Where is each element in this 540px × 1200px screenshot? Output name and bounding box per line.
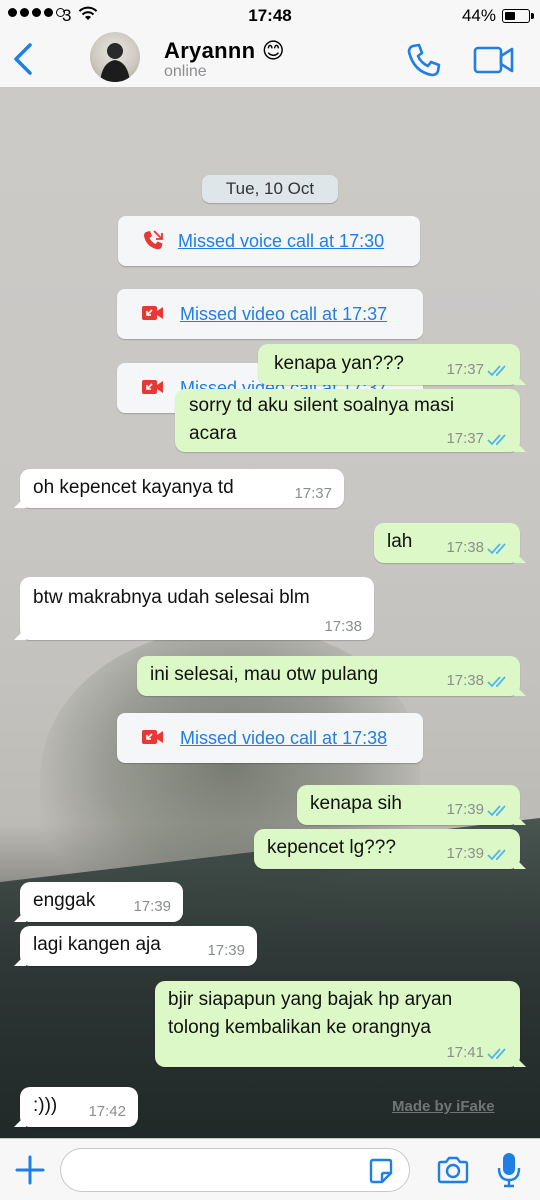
read-receipt-icon — [487, 434, 506, 446]
missed-call-notice[interactable]: Missed voice call at 17:30 — [118, 216, 420, 266]
message-time: 17:39 — [207, 942, 245, 959]
read-receipt-icon — [487, 805, 506, 817]
avatar-photo-icon — [100, 43, 130, 82]
message-text: bjir siapapun yang bajak hp aryan — [168, 989, 453, 1010]
message-text: :))) — [33, 1095, 58, 1116]
missed-call-notice[interactable]: Missed video call at 17:37 — [117, 289, 423, 339]
message-text: btw makrabnya udah selesai blm — [33, 587, 310, 608]
missed-voice-call-icon — [144, 230, 163, 250]
message-time: 17:41 — [446, 1044, 484, 1061]
sticker-button[interactable] — [366, 1156, 396, 1186]
chat-header: Aryannn 😊 online — [0, 30, 540, 88]
read-receipt-icon — [487, 365, 506, 377]
missed-video-call-icon — [142, 730, 163, 744]
outgoing-message[interactable]: bjir siapapun yang bajak hp aryan tolong… — [155, 981, 520, 1067]
message-time: 17:37 — [446, 430, 484, 447]
read-receipt-icon — [487, 849, 506, 861]
read-receipt-icon — [487, 1048, 506, 1060]
missed-call-text[interactable]: Missed video call at 17:38 — [180, 713, 387, 763]
incoming-message[interactable]: lagi kangen aja 17:39 — [20, 926, 257, 966]
message-text: sorry td aku silent soalnya masi — [189, 395, 455, 416]
message-time: 17:39 — [446, 845, 484, 862]
message-text: kenapa sih — [310, 793, 402, 814]
incoming-message[interactable]: :))) 17:42 — [20, 1087, 138, 1127]
chat-area[interactable]: Tue, 10 Oct Missed voice call at 17:30 M… — [0, 88, 540, 1138]
outgoing-message[interactable]: ini selesai, mau otw pulang 17:38 — [137, 656, 520, 696]
message-text: oh kepencet kayanya td — [33, 477, 234, 498]
back-button[interactable] — [8, 40, 42, 78]
message-time: 17:42 — [88, 1103, 126, 1120]
message-text: lagi kangen aja — [33, 934, 161, 955]
battery-icon — [502, 9, 534, 23]
message-time: 17:37 — [294, 485, 332, 502]
outgoing-message[interactable]: kenapa yan??? 17:37 — [258, 344, 520, 385]
message-text: kepencet lg??? — [267, 837, 396, 858]
missed-video-call-icon — [142, 306, 163, 320]
message-time: 17:39 — [133, 898, 171, 915]
outgoing-message[interactable]: kepencet lg??? 17:39 — [254, 829, 520, 869]
outgoing-message[interactable]: sorry td aku silent soalnya masi acara 1… — [175, 389, 520, 452]
battery-percentage: 44% — [461, 6, 496, 25]
contact-name[interactable]: Aryannn 😊 — [164, 38, 285, 64]
message-text: enggak — [33, 890, 96, 911]
message-text: ini selesai, mau otw pulang — [150, 664, 379, 685]
status-bar: 3 17:48 44% — [0, 0, 540, 30]
status-time: 17:48 — [248, 6, 292, 25]
message-time: 17:38 — [446, 672, 484, 689]
message-time: 17:38 — [324, 618, 362, 635]
message-time: 17:39 — [446, 801, 484, 818]
outgoing-message[interactable]: kenapa sih 17:39 — [297, 785, 520, 825]
incoming-message[interactable]: btw makrabnya udah selesai blm 17:38 — [20, 577, 374, 640]
avatar[interactable] — [90, 32, 140, 82]
contact-status: online — [164, 63, 207, 80]
message-time: 17:37 — [446, 361, 484, 378]
read-receipt-icon — [487, 543, 506, 555]
missed-call-text[interactable]: Missed video call at 17:37 — [180, 289, 387, 339]
message-text-line2: tolong kembalikan ke orangnya — [168, 1017, 432, 1038]
date-separator: Tue, 10 Oct — [202, 175, 338, 203]
read-receipt-icon — [487, 676, 506, 688]
voice-call-button[interactable] — [404, 40, 444, 80]
missed-call-notice[interactable]: Missed video call at 17:38 — [117, 713, 423, 763]
incoming-message[interactable]: enggak 17:39 — [20, 882, 183, 922]
attach-plus-button[interactable] — [14, 1154, 46, 1186]
incoming-message[interactable]: oh kepencet kayanya td 17:37 — [20, 469, 344, 508]
message-input-bar — [0, 1138, 540, 1200]
message-time: 17:38 — [446, 539, 484, 556]
watermark: Made by iFake — [392, 1098, 495, 1115]
message-input[interactable] — [60, 1148, 410, 1192]
video-call-button[interactable] — [472, 42, 516, 78]
missed-video-call-icon — [142, 380, 163, 394]
message-text: kenapa yan??? — [274, 353, 404, 374]
outgoing-message[interactable]: lah 17:38 — [374, 523, 520, 563]
message-text: lah — [387, 531, 413, 552]
microphone-button[interactable] — [496, 1151, 522, 1189]
camera-button[interactable] — [436, 1155, 470, 1185]
missed-call-text[interactable]: Missed voice call at 17:30 — [178, 216, 384, 266]
message-text-line2: acara — [189, 423, 237, 444]
